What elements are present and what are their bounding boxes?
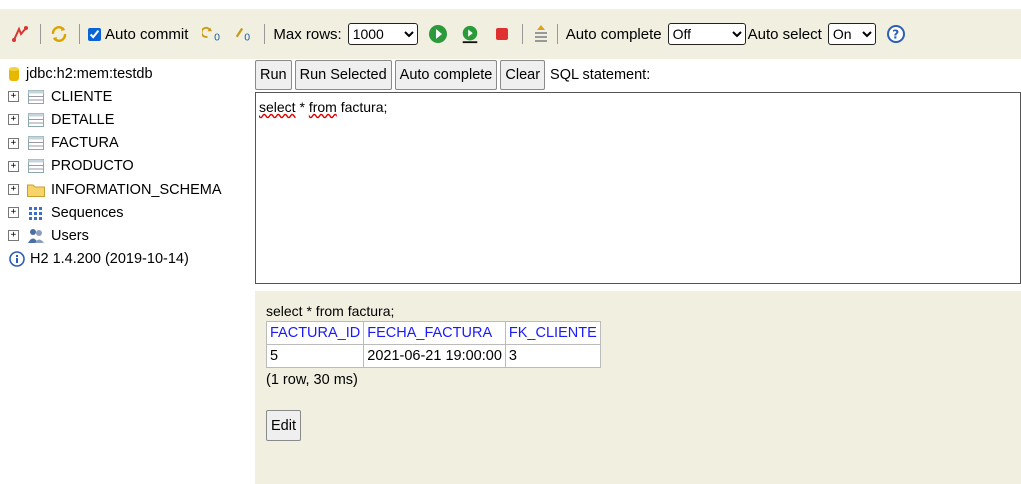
tree-item[interactable]: + INFORMATION_SCHEMA — [8, 178, 252, 201]
tree-item-label: INFORMATION_SCHEMA — [51, 181, 222, 198]
svg-text:0: 0 — [214, 32, 220, 43]
svg-text:0: 0 — [244, 32, 250, 43]
table-icon — [27, 112, 45, 128]
result-statement: select * from factura; — [266, 303, 395, 319]
tree-connection[interactable]: jdbc:h2:mem:testdb — [8, 62, 252, 85]
toolbar: Auto commit 0 0 Max rows: 1000 Auto comp… — [0, 9, 1021, 59]
tree-item[interactable]: + Users — [8, 224, 252, 247]
expand-icon[interactable]: + — [8, 207, 19, 219]
toolbar-separator — [79, 24, 80, 44]
expand-icon[interactable]: + — [8, 91, 19, 103]
tree-item[interactable]: + PRODUCTO — [8, 155, 252, 178]
results-panel: select * from factura; FACTURA_ID FECHA_F… — [255, 291, 1021, 484]
disconnect-icon[interactable] — [10, 24, 30, 44]
users-icon — [27, 228, 45, 244]
sql-keyword: select — [259, 99, 296, 115]
result-header-row: FACTURA_ID FECHA_FACTURA FK_CLIENTE — [265, 321, 601, 345]
table-icon — [27, 89, 45, 105]
tree-item-label: FACTURA — [51, 135, 119, 152]
table-icon — [27, 135, 45, 151]
sql-statement-label: SQL statement: — [550, 67, 651, 83]
result-body: 5 2021-06-21 19:00:00 3 — [265, 344, 601, 368]
table-cell: 3 — [504, 344, 601, 368]
expand-icon[interactable]: + — [8, 230, 19, 242]
auto-commit-toggle[interactable]: Auto commit — [88, 26, 194, 43]
max-rows-label: Max rows: — [273, 25, 342, 43]
database-icon — [8, 66, 20, 82]
tree-items: + CLIENTE + DETALLE + FACTURA + PRODUCTO + INFORM… — [8, 85, 252, 247]
column-header[interactable]: FACTURA_ID — [265, 321, 365, 345]
toolbar-separator — [264, 24, 266, 44]
run-button[interactable]: Run — [255, 60, 292, 90]
schema-tree: jdbc:h2:mem:testdb + CLIENTE + DETALLE + FACT… — [8, 62, 252, 271]
sequences-icon — [27, 205, 45, 221]
tree-item[interactable]: + FACTURA — [8, 132, 252, 155]
refresh-icon[interactable] — [49, 24, 69, 44]
sql-text: * — [295, 99, 309, 115]
svg-text:?: ? — [892, 28, 899, 42]
sql-toolbar: Run Run Selected Auto complete Clear SQL… — [255, 60, 650, 90]
expand-icon[interactable]: + — [8, 114, 19, 126]
run-selected-icon[interactable] — [460, 24, 480, 44]
expand-icon[interactable]: + — [8, 184, 19, 196]
run-selected-button[interactable]: Run Selected — [294, 60, 392, 90]
table-row: 5 2021-06-21 19:00:00 3 — [265, 344, 601, 368]
history-icon[interactable] — [531, 24, 551, 44]
column-header[interactable]: FK_CLIENTE — [504, 321, 601, 345]
tree-item-label: Users — [51, 227, 89, 244]
table-cell: 5 — [265, 344, 365, 368]
expand-icon[interactable]: + — [8, 160, 19, 172]
toolbar-separator — [521, 24, 523, 44]
auto-commit-label: Auto commit — [105, 25, 189, 43]
tree-item[interactable]: + Sequences — [8, 201, 252, 224]
version-label: H2 1.4.200 (2019-10-14) — [30, 251, 189, 268]
tree-item-label: DETALLE — [51, 111, 115, 128]
edit-button[interactable]: Edit — [266, 410, 301, 441]
tree-item-label: Sequences — [51, 204, 124, 221]
auto-select-label: Auto select — [747, 25, 822, 43]
info-icon — [8, 251, 26, 267]
result-table: FACTURA_ID FECHA_FACTURA FK_CLIENTE 5 2021-… — [265, 321, 601, 368]
help-icon[interactable]: ? — [886, 24, 906, 44]
expand-icon[interactable]: + — [8, 137, 19, 149]
auto-complete-select[interactable]: Off — [667, 23, 746, 45]
sql-keyword: from — [308, 99, 337, 115]
auto-complete-label: Auto complete — [565, 25, 662, 43]
max-rows-select[interactable]: 1000 — [347, 23, 418, 45]
tree-version: H2 1.4.200 (2019-10-14) — [8, 248, 252, 271]
stop-icon[interactable] — [492, 24, 512, 44]
result-summary: (1 row, 30 ms) — [266, 372, 358, 388]
commit-icon[interactable]: 0 — [234, 24, 254, 44]
run-icon[interactable] — [428, 24, 448, 44]
rollback-icon[interactable]: 0 — [202, 24, 222, 44]
auto-complete-button[interactable]: Auto complete — [394, 60, 498, 90]
tree-item-label: CLIENTE — [51, 88, 113, 105]
connection-label: jdbc:h2:mem:testdb — [26, 65, 153, 82]
folder-icon — [27, 182, 45, 198]
tree-item-label: PRODUCTO — [51, 158, 134, 175]
toolbar-separator — [556, 24, 558, 44]
tree-item[interactable]: + CLIENTE — [8, 85, 252, 108]
tree-item[interactable]: + DETALLE — [8, 108, 252, 131]
auto-select-select[interactable]: On — [827, 23, 876, 45]
table-icon — [27, 158, 45, 174]
auto-commit-checkbox[interactable] — [88, 27, 101, 41]
sql-text: factura; — [336, 99, 388, 115]
sql-editor[interactable]: select * from factura; — [255, 92, 1021, 284]
table-cell: 2021-06-21 19:00:00 — [363, 344, 506, 368]
clear-button[interactable]: Clear — [500, 60, 546, 90]
toolbar-separator — [40, 24, 41, 44]
column-header[interactable]: FECHA_FACTURA — [363, 321, 506, 345]
